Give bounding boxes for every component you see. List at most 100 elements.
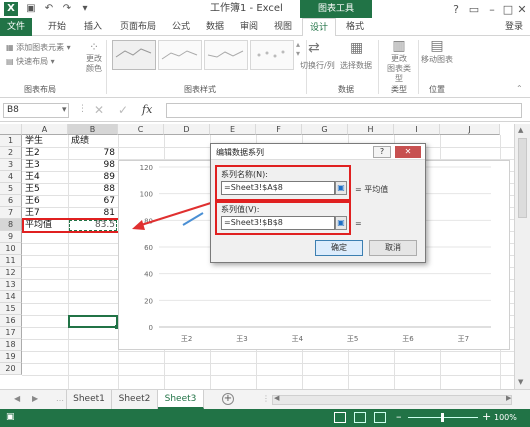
row-header[interactable]: 9	[0, 231, 22, 243]
tab-review[interactable]: 审阅	[234, 18, 264, 36]
col-header-j[interactable]: J	[440, 124, 500, 135]
sheet-tab-1[interactable]: Sheet1	[66, 390, 112, 409]
cell-b2[interactable]: 78	[68, 147, 115, 159]
select-data-button[interactable]: 选择数据	[340, 60, 372, 71]
redo-icon[interactable]: ↷	[60, 2, 74, 16]
cell-a4[interactable]: 王4	[25, 171, 40, 183]
row-header[interactable]: 1	[0, 135, 22, 147]
add-sheet-icon[interactable]: +	[222, 393, 234, 405]
select-all-corner[interactable]	[0, 124, 22, 135]
row-header[interactable]: 7	[0, 207, 22, 219]
dialog-help-icon[interactable]: ?	[373, 146, 391, 158]
row-header[interactable]: 18	[0, 339, 22, 351]
next-sheet-icon[interactable]: ▶	[32, 394, 38, 403]
col-header-d[interactable]: D	[164, 124, 210, 135]
tab-design[interactable]: 设计	[302, 18, 336, 37]
row-header[interactable]: 2	[0, 147, 22, 159]
change-colors-button[interactable]: ⁘ 更改 颜色	[82, 40, 106, 74]
row-header[interactable]: 13	[0, 279, 22, 291]
cell-b3[interactable]: 98	[68, 159, 115, 171]
tab-view[interactable]: 视图	[268, 18, 298, 36]
series-name-collapse-icon[interactable]: ▣	[335, 181, 347, 195]
collapse-ribbon-icon[interactable]: ⌃	[516, 84, 523, 93]
row-header[interactable]: 16	[0, 315, 22, 327]
tab-insert[interactable]: 插入	[78, 18, 108, 36]
scroll-right-icon[interactable]: ▶	[506, 394, 511, 402]
quick-layout-button[interactable]: ▤ 快速布局 ▾	[6, 56, 55, 67]
tab-file[interactable]: 文件	[0, 18, 32, 36]
vertical-scrollbar[interactable]: ▲ ▼	[514, 124, 530, 389]
row-header[interactable]: 14	[0, 291, 22, 303]
save-icon[interactable]: ▣	[24, 2, 38, 16]
add-chart-element-button[interactable]: ▦ 添加图表元素 ▾	[6, 42, 71, 53]
ribbon-display-icon[interactable]: ▭	[466, 3, 482, 16]
row-header[interactable]: 12	[0, 267, 22, 279]
row-header[interactable]: 5	[0, 183, 22, 195]
col-header-h[interactable]: H	[348, 124, 394, 135]
minimize-icon[interactable]: –	[484, 3, 500, 16]
col-header-a[interactable]: A	[22, 124, 68, 135]
help-icon[interactable]: ?	[448, 3, 464, 16]
cell-b1[interactable]: 成绩	[71, 135, 89, 147]
series-values-input[interactable]: =Sheet3!$B$8	[221, 216, 335, 230]
row-header[interactable]: 8	[0, 219, 22, 231]
series-values-collapse-icon[interactable]: ▣	[335, 216, 347, 230]
cancel-formula-icon[interactable]: ✕	[94, 103, 104, 117]
formula-input[interactable]	[166, 103, 522, 118]
normal-view-icon[interactable]	[334, 412, 346, 423]
insert-function-icon[interactable]: fx	[142, 103, 152, 116]
chart-style-4[interactable]	[250, 40, 294, 70]
row-header[interactable]: 6	[0, 195, 22, 207]
series-name-input[interactable]: =Sheet3!$A$8	[221, 181, 335, 195]
customize-qat-icon[interactable]: ▾	[78, 2, 92, 16]
row-header[interactable]: 11	[0, 255, 22, 267]
prev-sheet-icon[interactable]: ◀	[14, 394, 20, 403]
dialog-close-icon[interactable]: ✕	[395, 146, 421, 158]
close-icon[interactable]: ✕	[514, 3, 530, 16]
cell-a3[interactable]: 王3	[25, 159, 40, 171]
scroll-down-icon[interactable]: ▼	[518, 378, 523, 386]
undo-icon[interactable]: ↶	[42, 2, 56, 16]
zoom-slider-thumb[interactable]	[441, 413, 444, 422]
sheet-tab-3[interactable]: Sheet3	[158, 390, 204, 409]
switch-row-column-button[interactable]: 切换行/列	[300, 60, 335, 71]
cell-a1[interactable]: 学生	[25, 135, 43, 147]
cell-a5[interactable]: 王5	[25, 183, 40, 195]
row-header[interactable]: 20	[0, 363, 22, 375]
col-header-i[interactable]: I	[394, 124, 440, 135]
cell-b5[interactable]: 88	[68, 183, 115, 195]
macro-record-icon[interactable]: ▣	[6, 412, 15, 422]
cell-b6[interactable]: 67	[68, 195, 115, 207]
cell-a6[interactable]: 王6	[25, 195, 40, 207]
col-header-f[interactable]: F	[256, 124, 302, 135]
row-header[interactable]: 15	[0, 303, 22, 315]
col-header-b[interactable]: B	[68, 124, 118, 135]
tab-page-layout[interactable]: 页面布局	[114, 18, 162, 36]
cell-a2[interactable]: 王2	[25, 147, 40, 159]
chart-style-3[interactable]	[204, 40, 248, 70]
tab-format[interactable]: 格式	[338, 18, 372, 36]
login-link[interactable]: 登录	[500, 18, 528, 36]
horizontal-scrollbar[interactable]	[272, 395, 512, 405]
col-header-e[interactable]: E	[210, 124, 256, 135]
page-layout-view-icon[interactable]	[354, 412, 366, 423]
chart-style-2[interactable]	[158, 40, 202, 70]
change-chart-type-button[interactable]: ▥ 更改 图表类型	[384, 38, 414, 84]
tab-formulas[interactable]: 公式	[166, 18, 196, 36]
chart-style-1[interactable]	[112, 40, 156, 70]
page-break-view-icon[interactable]	[374, 412, 386, 423]
scroll-left-icon[interactable]: ◀	[274, 394, 279, 402]
cell-b4[interactable]: 89	[68, 171, 115, 183]
move-chart-button[interactable]: ▤ 移动图表	[420, 38, 454, 65]
row-header[interactable]: 10	[0, 243, 22, 255]
cancel-button[interactable]: 取消	[369, 240, 417, 256]
row-header[interactable]: 19	[0, 351, 22, 363]
ok-button[interactable]: 确定	[315, 240, 363, 256]
tab-home[interactable]: 开始	[40, 18, 74, 36]
zoom-level[interactable]: 100%	[494, 413, 517, 422]
col-header-c[interactable]: C	[118, 124, 164, 135]
row-header[interactable]: 17	[0, 327, 22, 339]
tab-data[interactable]: 数据	[200, 18, 230, 36]
name-box-dropdown-icon[interactable]: ▾	[62, 105, 67, 115]
row-header[interactable]: 4	[0, 171, 22, 183]
